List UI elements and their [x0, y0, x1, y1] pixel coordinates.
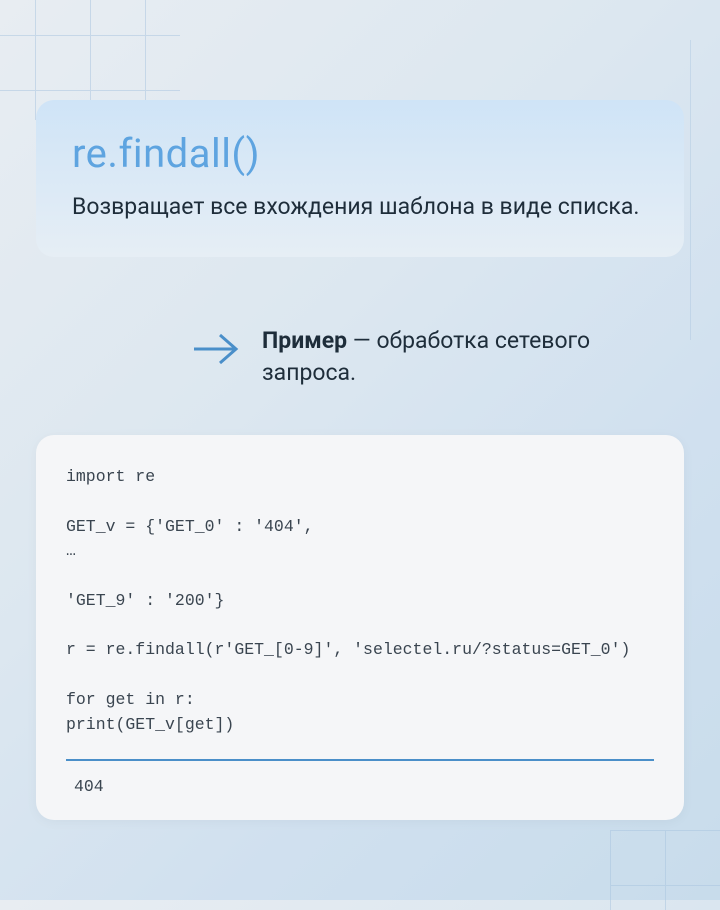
code-block: import re GET_v = {'GET_0' : '404',… 'GET_… [66, 465, 654, 737]
code-output: 404 [66, 777, 654, 796]
code-line: 'GET_9' : '200'} [66, 589, 654, 614]
arrow-right-icon [190, 329, 242, 369]
grid-decoration-botright [610, 830, 720, 910]
code-line: r = re.findall(r'GET_[0-9]', 'selectel.r… [66, 638, 654, 663]
example-text: Пример — обработка сетевого запроса. [262, 325, 680, 389]
code-card: import re GET_v = {'GET_0' : '404',… 'GET_… [36, 435, 684, 820]
code-line [66, 614, 654, 639]
example-row: Пример — обработка сетевого запроса. [190, 325, 680, 389]
code-line [66, 490, 654, 515]
code-line: print(GET_v[get]) [66, 713, 654, 738]
function-description: Возвращает все вхождения шаблона в виде … [72, 191, 648, 223]
output-divider [66, 759, 654, 761]
code-line [66, 564, 654, 589]
code-line: for get in r: [66, 688, 654, 713]
grid-decoration-right [690, 40, 720, 340]
code-line: … [66, 539, 654, 564]
code-line: GET_v = {'GET_0' : '404', [66, 515, 654, 540]
function-title: re.findall() [72, 130, 648, 177]
code-line [66, 663, 654, 688]
title-card: re.findall() Возвращает все вхождения ша… [36, 100, 684, 257]
code-line: import re [66, 465, 654, 490]
example-label: Пример [262, 327, 347, 354]
example-dash: — [347, 327, 376, 354]
